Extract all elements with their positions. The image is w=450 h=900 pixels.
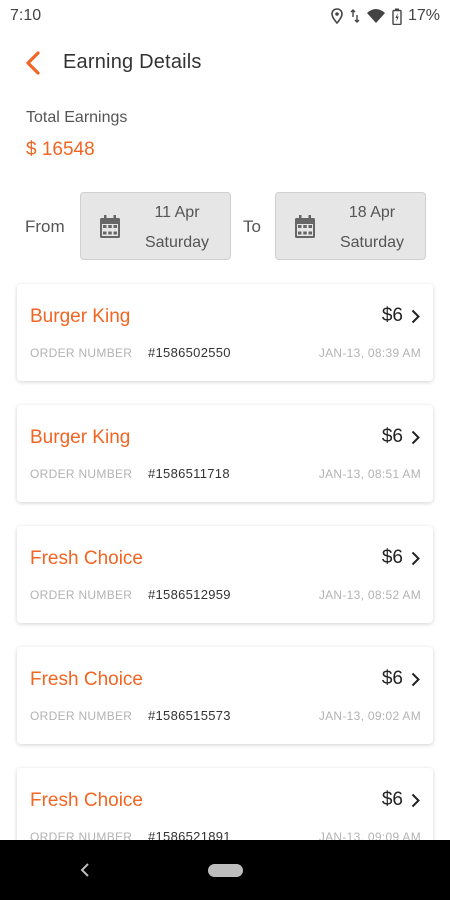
nav-home-pill[interactable]: [208, 864, 243, 877]
from-label: From: [25, 217, 65, 236]
order-number: #1586511718: [148, 466, 230, 481]
status-icons: 17%: [330, 7, 440, 25]
order-card[interactable]: Fresh Choice $6 ORDER NUMBER #1586512959…: [17, 526, 433, 623]
calendar-icon: [100, 215, 120, 238]
location-icon: [331, 8, 343, 24]
order-amount: $6: [381, 668, 403, 689]
order-amount: $6: [381, 789, 403, 810]
order-number-label: ORDER NUMBER: [30, 346, 133, 360]
order-number: #1586502550: [148, 345, 231, 360]
status-time: 7:10: [10, 7, 42, 24]
to-label: To: [243, 217, 261, 236]
order-amount: $6: [381, 426, 403, 447]
back-button[interactable]: [18, 48, 48, 78]
restaurant-name: Burger King: [30, 306, 131, 327]
wifi-icon: [366, 9, 385, 23]
order-number: #1586512959: [148, 587, 231, 602]
to-day: Saturday: [339, 234, 405, 251]
total-earnings-value: $ 16548: [26, 139, 95, 160]
order-time: JAN-13, 08:51 AM: [318, 467, 421, 481]
data-arrows-icon: [350, 9, 360, 23]
date-filter: From 11 Apr Saturday To 18 Apr Saturday: [0, 192, 450, 260]
chevron-right-icon: [411, 793, 420, 808]
status-bar: 7:10 17%: [0, 0, 450, 32]
from-day: Saturday: [144, 234, 210, 251]
back-arrow-icon: [26, 51, 40, 75]
restaurant-name: Fresh Choice: [30, 669, 143, 690]
order-time: JAN-13, 09:02 AM: [318, 709, 421, 723]
to-date: 18 Apr: [348, 204, 396, 221]
app-header: Earning Details: [0, 40, 450, 86]
order-amount: $6: [381, 305, 403, 326]
restaurant-name: Fresh Choice: [30, 790, 143, 811]
order-card[interactable]: Fresh Choice $6 ORDER NUMBER #1586515573…: [17, 647, 433, 744]
order-number-label: ORDER NUMBER: [30, 709, 133, 723]
order-number-label: ORDER NUMBER: [30, 588, 133, 602]
nav-back-icon[interactable]: [79, 861, 91, 879]
battery-level: 17%: [407, 7, 440, 24]
order-number: #1586515573: [148, 708, 231, 723]
order-amount: $6: [381, 547, 403, 568]
total-earnings-label: Total Earnings: [26, 109, 128, 126]
restaurant-name: Fresh Choice: [30, 548, 143, 569]
calendar-icon: [295, 215, 315, 238]
chevron-right-icon: [411, 309, 420, 324]
chevron-right-icon: [411, 430, 420, 445]
restaurant-name: Burger King: [30, 427, 131, 448]
order-time: JAN-13, 08:52 AM: [318, 588, 421, 602]
page-title: Earning Details: [63, 51, 202, 73]
order-number-label: ORDER NUMBER: [30, 467, 133, 481]
order-card[interactable]: Burger King $6 ORDER NUMBER #1586502550 …: [17, 284, 433, 381]
to-date-picker[interactable]: 18 Apr Saturday: [275, 192, 426, 260]
chevron-right-icon: [411, 672, 420, 687]
chevron-right-icon: [411, 551, 420, 566]
battery-icon: [392, 8, 402, 25]
system-nav-bar: [0, 840, 450, 900]
from-date-picker[interactable]: 11 Apr Saturday: [80, 192, 231, 260]
order-card[interactable]: Burger King $6 ORDER NUMBER #1586511718 …: [17, 405, 433, 502]
from-date: 11 Apr: [154, 204, 200, 221]
order-time: JAN-13, 08:39 AM: [318, 346, 421, 360]
